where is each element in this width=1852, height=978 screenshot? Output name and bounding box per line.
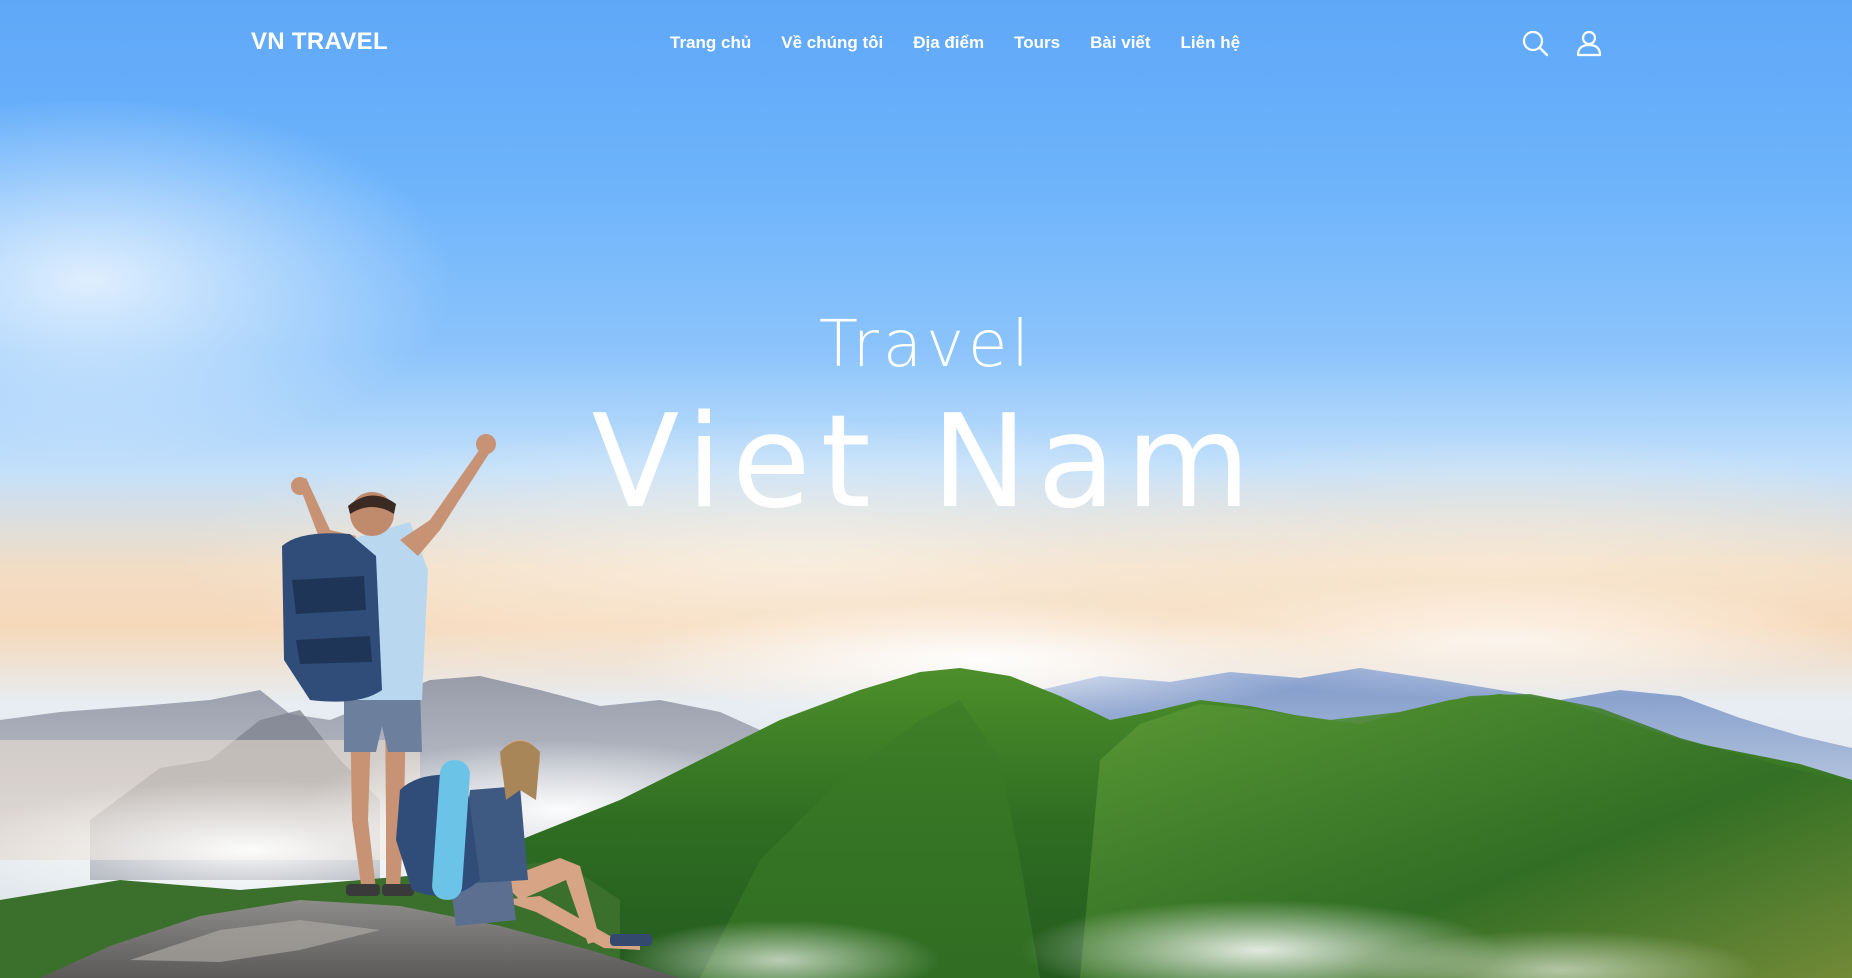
hero-subtitle: Travel (818, 308, 1034, 382)
page: VN TRAVEL Trang chủ Về chúng tôi Địa điể… (0, 0, 1852, 978)
nav-item-trang-chu[interactable]: Trang chủ (670, 33, 751, 53)
search-icon[interactable] (1520, 28, 1550, 58)
site-logo[interactable]: VN TRAVEL (251, 28, 388, 56)
user-icon[interactable] (1574, 28, 1604, 58)
main-nav: Trang chủ Về chúng tôi Địa điểm Tours Bà… (670, 33, 1270, 53)
nav-item-lien-he[interactable]: Liên hệ (1181, 33, 1241, 53)
nav-item-ve-chung-toi[interactable]: Về chúng tôi (781, 33, 883, 53)
header-actions (1520, 28, 1604, 58)
hero-title: Viet Nam (591, 388, 1261, 537)
site-header: VN TRAVEL Trang chủ Về chúng tôi Địa điể… (0, 0, 1852, 88)
nav-item-bai-viet[interactable]: Bài viết (1090, 33, 1150, 53)
nav-item-dia-diem[interactable]: Địa điểm (913, 33, 984, 53)
nav-item-tours[interactable]: Tours (1014, 33, 1060, 53)
